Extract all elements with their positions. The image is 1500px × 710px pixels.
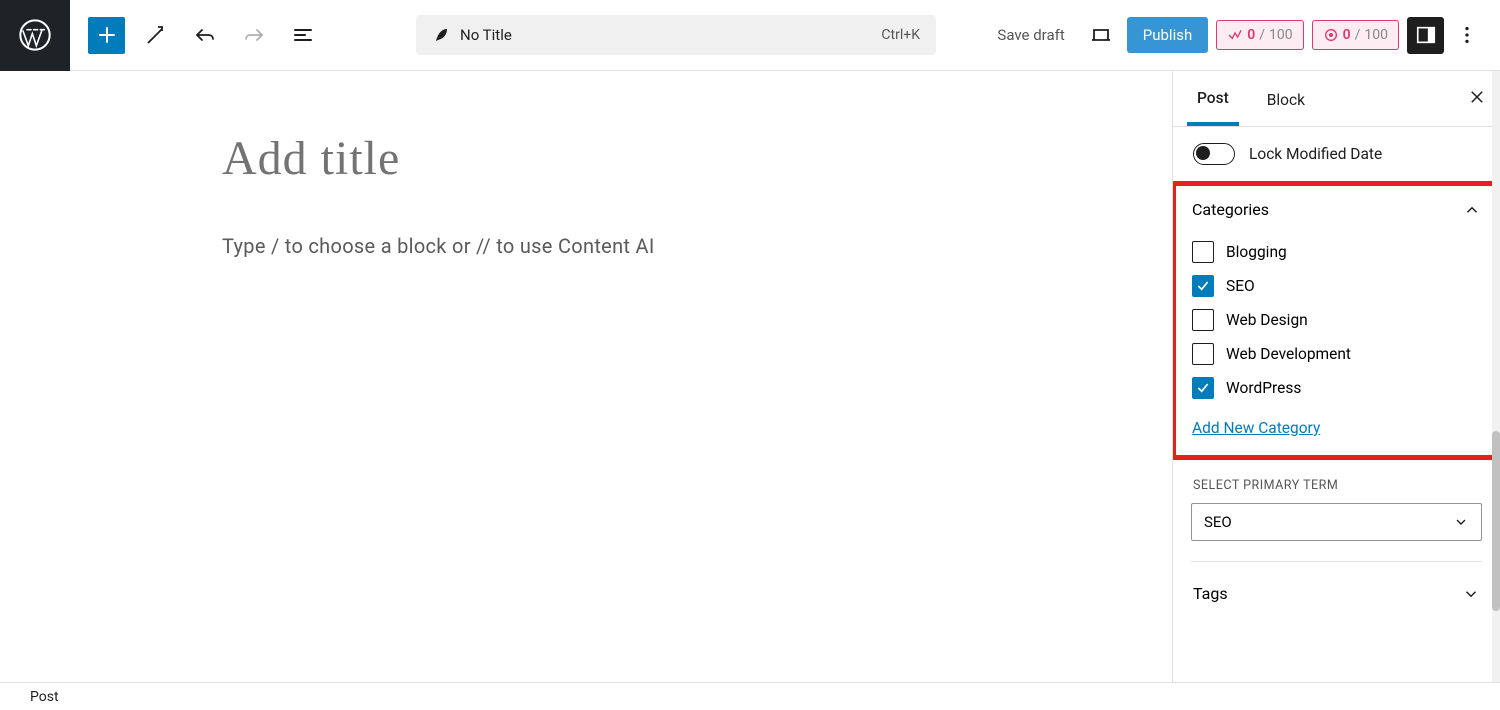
post-content-placeholder[interactable]: Type / to choose a block or // to use Co… [222,234,1172,258]
category-label: Web Development [1226,345,1351,363]
redo-button[interactable] [235,17,272,54]
categories-heading[interactable]: Categories [1192,200,1481,219]
primary-term-select[interactable]: SEO [1191,503,1482,541]
categories-panel: Categories Blogging SEO Web Design Web Deve… [1172,181,1500,460]
save-draft-button[interactable]: Save draft [987,18,1074,52]
undo-button[interactable] [186,17,223,54]
tags-panel-heading[interactable]: Tags [1173,566,1500,621]
category-item[interactable]: SEO [1192,269,1481,303]
tab-block[interactable]: Block [1257,73,1315,124]
command-bar[interactable]: No Title Ctrl+K [416,15,936,55]
category-label: SEO [1226,277,1255,295]
close-icon [1468,88,1486,106]
post-title-input[interactable]: Add title [222,131,1172,186]
publish-button[interactable]: Publish [1127,17,1208,53]
category-item[interactable]: WordPress [1192,371,1481,405]
category-checkbox[interactable] [1192,275,1214,297]
category-label: WordPress [1226,379,1301,397]
primary-term-label: SELECT PRIMARY TERM [1173,460,1500,503]
category-label: Blogging [1226,243,1287,261]
command-bar-title: No Title [460,26,881,44]
tools-button[interactable] [137,17,174,54]
rankmath-icon [1227,27,1243,43]
category-label: Web Design [1226,311,1308,329]
chevron-down-icon [1453,514,1469,530]
lock-modified-date-label: Lock Modified Date [1249,145,1382,163]
seo-score-badge-1[interactable]: 0 / 100 [1216,20,1303,50]
target-icon [1323,27,1339,43]
category-checkbox[interactable] [1192,309,1214,331]
settings-panel-toggle[interactable] [1407,17,1444,54]
lock-modified-date-toggle[interactable] [1193,143,1235,165]
category-item[interactable]: Web Design [1192,303,1481,337]
breadcrumb[interactable]: Post [30,689,59,705]
category-checkbox[interactable] [1192,377,1214,399]
category-checkbox[interactable] [1192,241,1214,263]
tab-post[interactable]: Post [1187,71,1239,126]
sidebar-scrollbar-thumb[interactable] [1492,431,1500,611]
chevron-down-icon [1462,585,1480,603]
document-overview-button[interactable] [284,17,321,54]
close-panel-button[interactable] [1468,87,1486,111]
options-button[interactable] [1452,17,1482,54]
category-checkbox[interactable] [1192,343,1214,365]
feather-icon [432,26,450,44]
chevron-up-icon [1463,201,1481,219]
category-item[interactable]: Web Development [1192,337,1481,371]
divider [1191,561,1482,562]
preview-button[interactable] [1083,17,1119,53]
add-new-category-link[interactable]: Add New Category [1192,419,1320,437]
add-block-button[interactable] [88,17,125,54]
seo-score-badge-2[interactable]: 0 / 100 [1312,20,1399,50]
command-bar-shortcut: Ctrl+K [881,27,920,43]
category-item[interactable]: Blogging [1192,235,1481,269]
wordpress-logo[interactable] [0,0,70,71]
